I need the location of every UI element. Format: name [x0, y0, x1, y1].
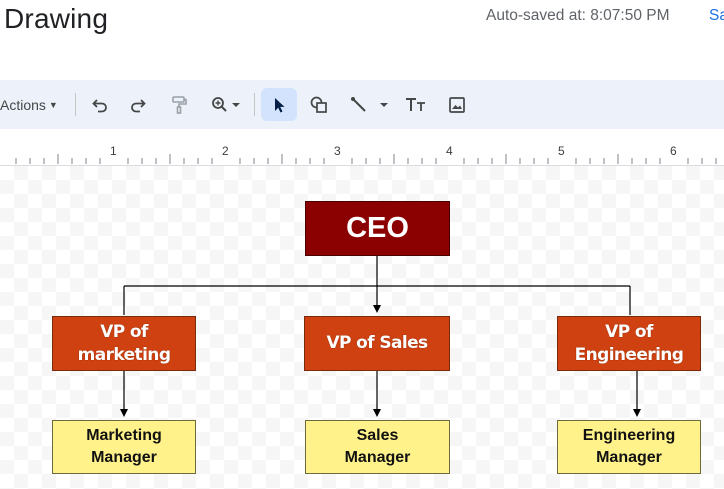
image-icon: [449, 96, 465, 113]
select-icon: [275, 97, 285, 112]
marketing-manager-box[interactable]: Marketing Manager: [52, 420, 196, 474]
ruler-ticks: [15, 154, 717, 164]
vp-marketing-box[interactable]: VP of marketing: [52, 316, 196, 371]
autosave-status: Auto-saved at: 8:07:50 PM: [486, 7, 670, 24]
ruler-label-5: 5: [558, 144, 565, 158]
line-tool-button[interactable]: [345, 80, 395, 129]
undo-icon: [92, 98, 107, 112]
ruler-label-2: 2: [222, 144, 229, 158]
ruler-label-1: 1: [110, 144, 117, 158]
toolbar-divider: [254, 93, 255, 116]
actions-menu-label: Actions: [0, 96, 46, 113]
horizontal-ruler: 1 2 3 4 5 6: [0, 143, 724, 166]
sales-manager-box[interactable]: Sales Manager: [305, 420, 450, 474]
zoom-icon: [212, 96, 227, 112]
shape-icon: [310, 96, 327, 113]
save-and-close-link[interactable]: Sa: [709, 7, 724, 25]
vp-engineering-box[interactable]: VP of Engineering: [557, 316, 701, 371]
ruler-label-3: 3: [334, 144, 341, 158]
paint-format-button[interactable]: [165, 80, 193, 129]
line-icon: [351, 96, 366, 112]
undo-button[interactable]: [86, 80, 114, 129]
chevron-down-icon: ▼: [48, 99, 58, 110]
toolbar: Actions ▼: [0, 80, 724, 129]
chevron-down-icon: [232, 102, 240, 107]
ruler-label-4: 4: [446, 144, 453, 158]
ceo-box[interactable]: CEO: [305, 201, 450, 256]
insert-image-button[interactable]: [443, 80, 471, 129]
paint-format-icon: [172, 95, 187, 114]
shape-tool-button[interactable]: [305, 80, 333, 129]
actions-menu-button[interactable]: Actions ▼: [0, 80, 68, 129]
text-box-button[interactable]: [402, 80, 430, 129]
zoom-button[interactable]: [204, 80, 248, 129]
redo-button[interactable]: [124, 80, 152, 129]
toolbar-divider: [75, 93, 76, 116]
redo-icon: [131, 98, 146, 112]
document-title[interactable]: Drawing: [4, 3, 108, 35]
text-box-icon: [406, 97, 425, 111]
vp-sales-box[interactable]: VP of Sales: [304, 316, 450, 371]
select-tool-button[interactable]: [261, 88, 297, 121]
chevron-down-icon: [380, 102, 388, 107]
engineering-manager-box[interactable]: Engineering Manager: [557, 420, 701, 474]
ruler-label-6: 6: [670, 144, 677, 158]
